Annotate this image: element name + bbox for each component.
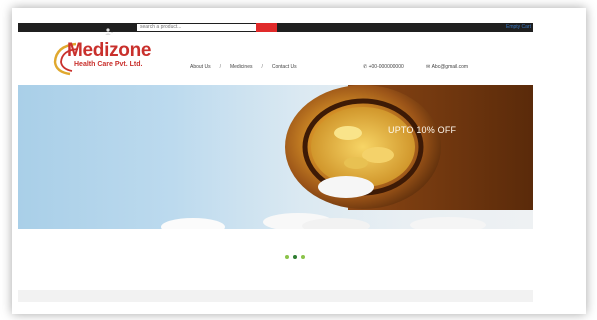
- nav-item-contact-us[interactable]: Contact Us: [272, 64, 297, 71]
- slider-pagination: [285, 255, 315, 261]
- nav-item-about-us[interactable]: About Us: [190, 64, 211, 71]
- logo-name: Medizone: [67, 40, 152, 61]
- main-nav: About Us / Medicines / Contact Us: [190, 64, 297, 71]
- search-button[interactable]: [256, 23, 277, 32]
- mail-icon: ✉: [426, 64, 431, 70]
- slider-dot[interactable]: [301, 255, 305, 259]
- logo[interactable]: Medizone Health Care Pvt. Ltd.: [50, 40, 155, 76]
- search-input[interactable]: [137, 24, 257, 31]
- slider-dot-active[interactable]: [293, 255, 297, 259]
- phone-number: +00-000000000: [368, 64, 404, 70]
- logo-tagline: Health Care Pvt. Ltd.: [74, 61, 143, 68]
- hero-banner[interactable]: UPTO 10% OFF: [18, 85, 533, 229]
- slider-dot[interactable]: [285, 255, 289, 259]
- contact-email[interactable]: ✉ Abc@gmail.com: [426, 64, 468, 71]
- user-icon[interactable]: [104, 23, 114, 35]
- contact-phone[interactable]: ✆ +00-000000000: [363, 64, 404, 71]
- nav-item-medicines[interactable]: Medicines: [230, 64, 253, 71]
- content-section: [18, 290, 533, 302]
- top-bar: Empty Cart: [18, 23, 533, 35]
- nav-separator: /: [219, 64, 221, 70]
- phone-icon: ✆: [363, 64, 368, 70]
- email-address: Abc@gmail.com: [431, 64, 469, 70]
- nav-separator: /: [261, 64, 263, 70]
- hero-image: [161, 85, 533, 229]
- cart-link[interactable]: Empty Cart: [506, 24, 531, 31]
- hero-offer-text: UPTO 10% OFF: [388, 125, 457, 135]
